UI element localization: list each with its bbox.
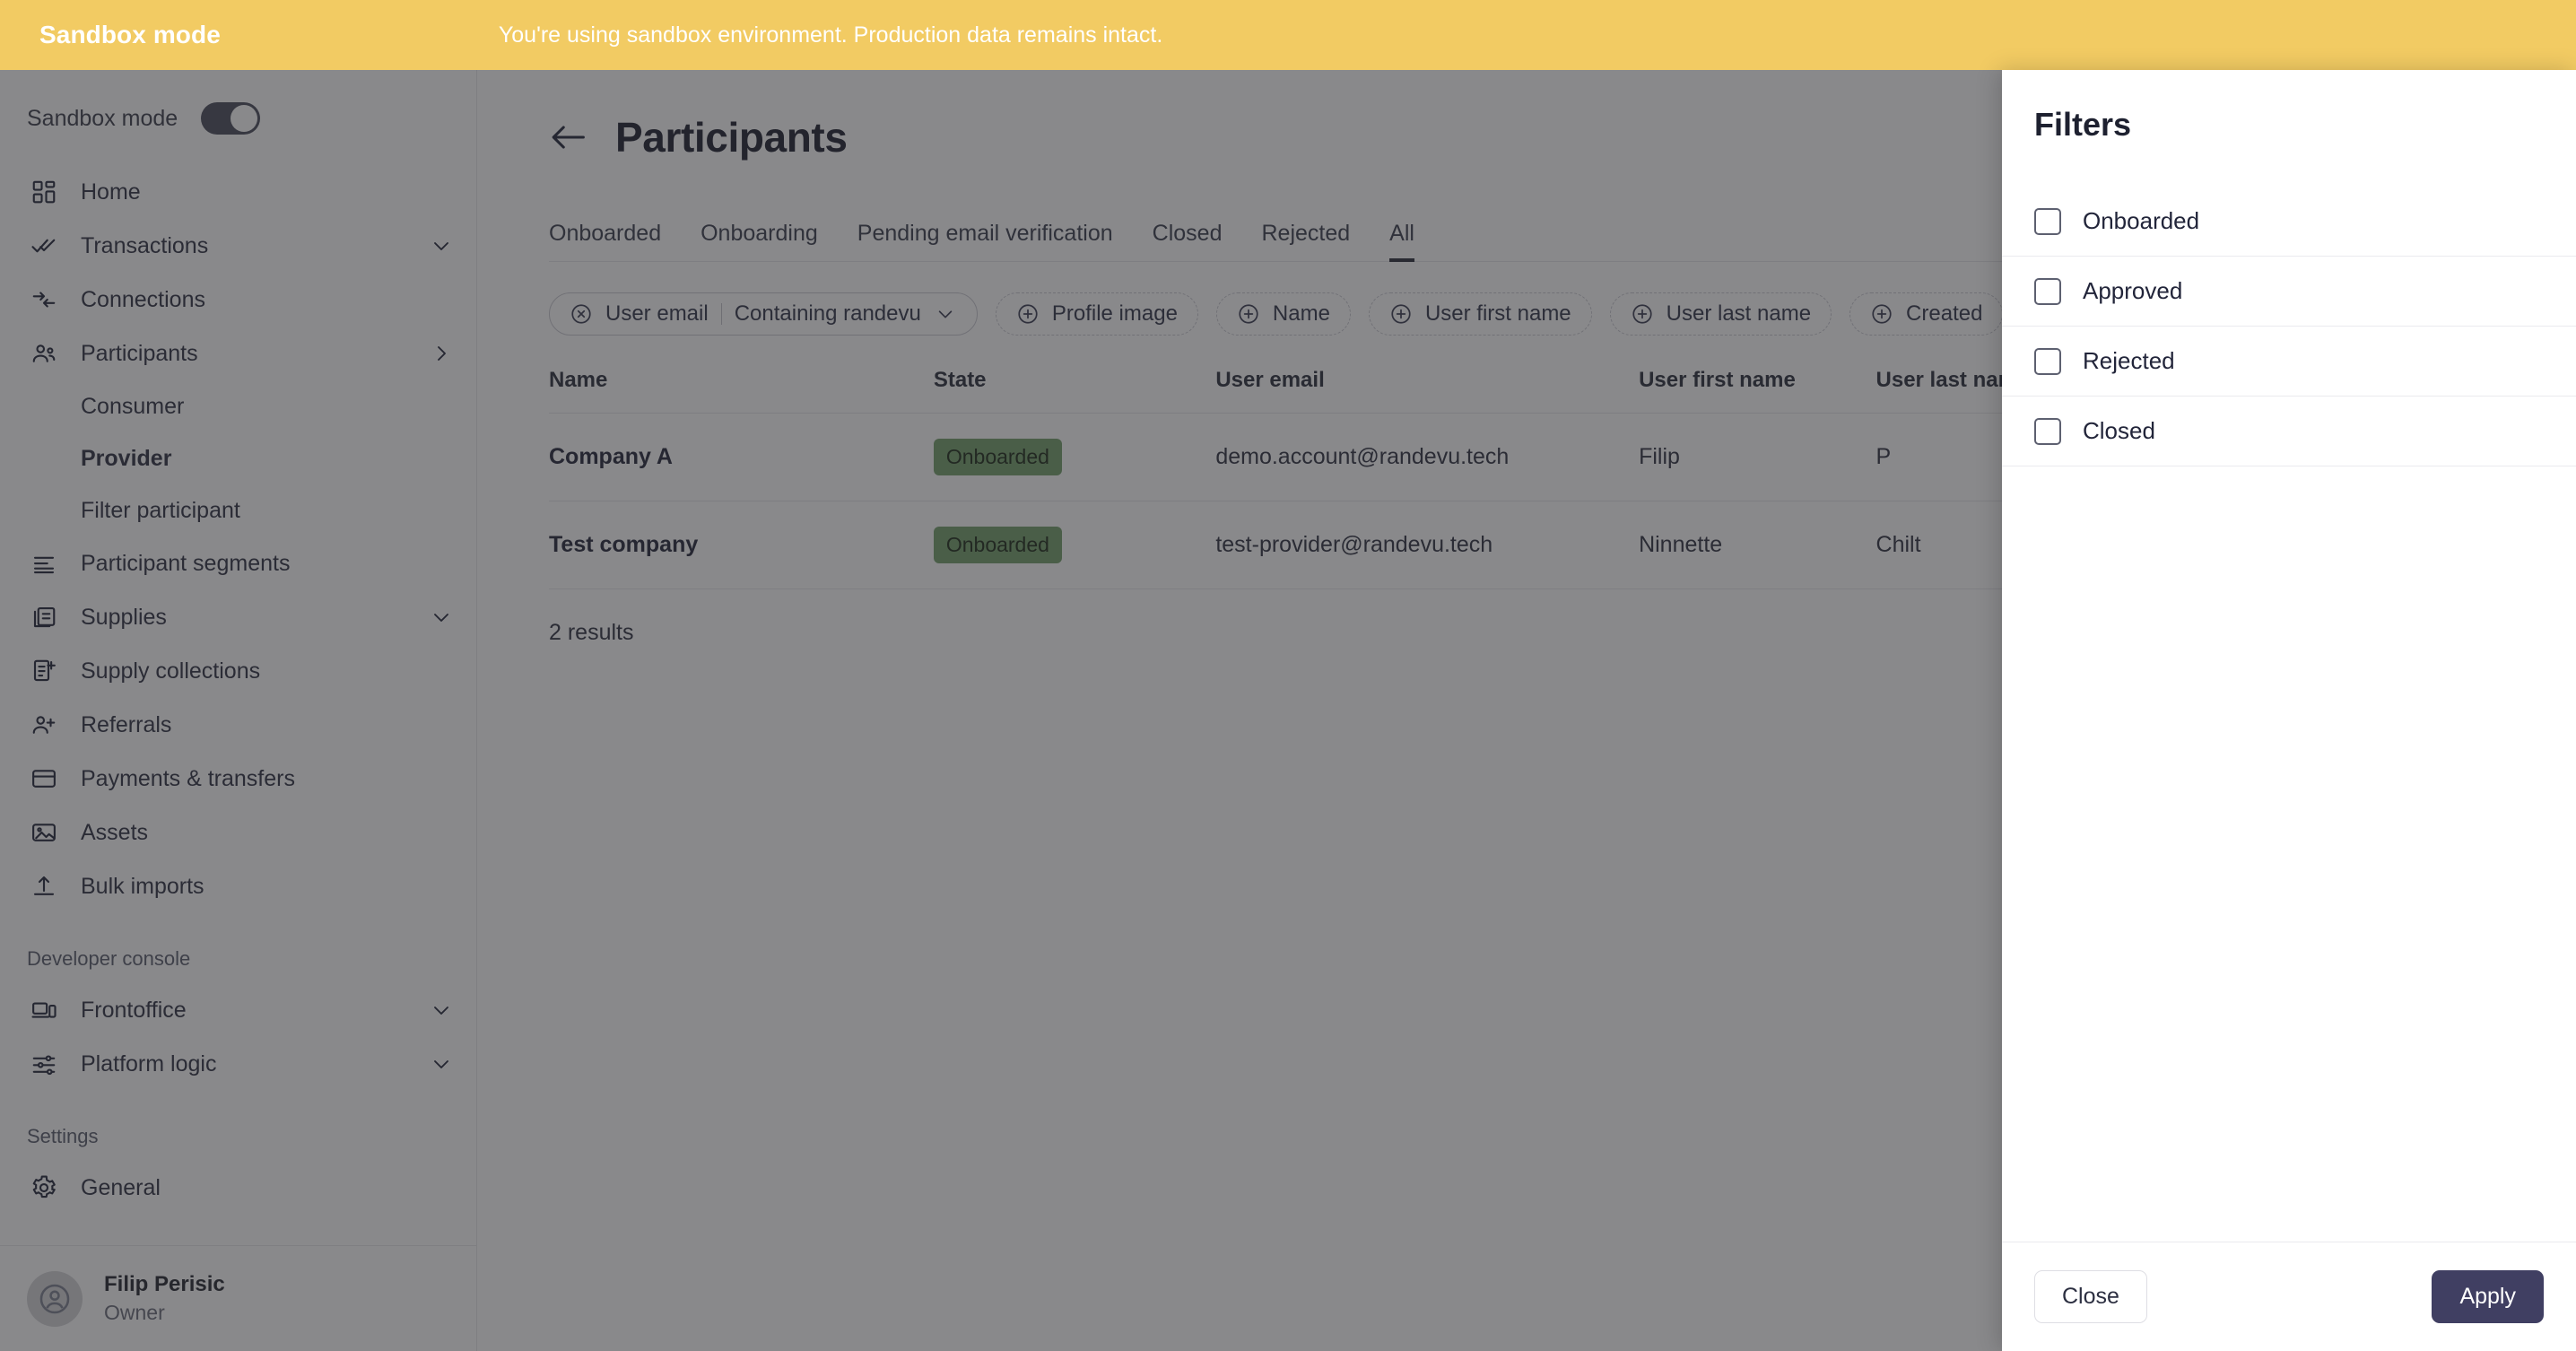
- filter-option-closed[interactable]: Closed: [2002, 397, 2576, 466]
- filter-option-label: Approved: [2083, 277, 2183, 304]
- sandbox-banner-title: Sandbox mode: [39, 21, 221, 48]
- filter-option-rejected[interactable]: Rejected: [2002, 327, 2576, 397]
- sandbox-banner: Sandbox mode You're using sandbox enviro…: [0, 0, 2576, 70]
- filters-title: Filters: [2034, 106, 2132, 143]
- filters-footer: Close Apply: [2002, 1242, 2576, 1351]
- app-root: Sandbox mode You're using sandbox enviro…: [0, 0, 2576, 1351]
- close-button[interactable]: Close: [2034, 1270, 2147, 1323]
- filters-option-list: Onboarded Approved Rejected Closed: [2002, 187, 2576, 1242]
- apply-button[interactable]: Apply: [2432, 1270, 2544, 1323]
- filter-option-onboarded[interactable]: Onboarded: [2002, 187, 2576, 257]
- filter-option-label: Closed: [2083, 417, 2155, 444]
- filters-drawer: Filters Onboarded Approved Rejected Closed …: [2002, 70, 2576, 1351]
- checkbox-approved[interactable]: [2034, 277, 2061, 305]
- checkbox-onboarded[interactable]: [2034, 207, 2061, 235]
- checkbox-closed[interactable]: [2034, 417, 2061, 445]
- filter-option-label: Rejected: [2083, 347, 2175, 374]
- checkbox-rejected[interactable]: [2034, 347, 2061, 375]
- filter-option-approved[interactable]: Approved: [2002, 257, 2576, 327]
- filter-option-label: Onboarded: [2083, 207, 2200, 234]
- sandbox-banner-message: You're using sandbox environment. Produc…: [498, 22, 1163, 48]
